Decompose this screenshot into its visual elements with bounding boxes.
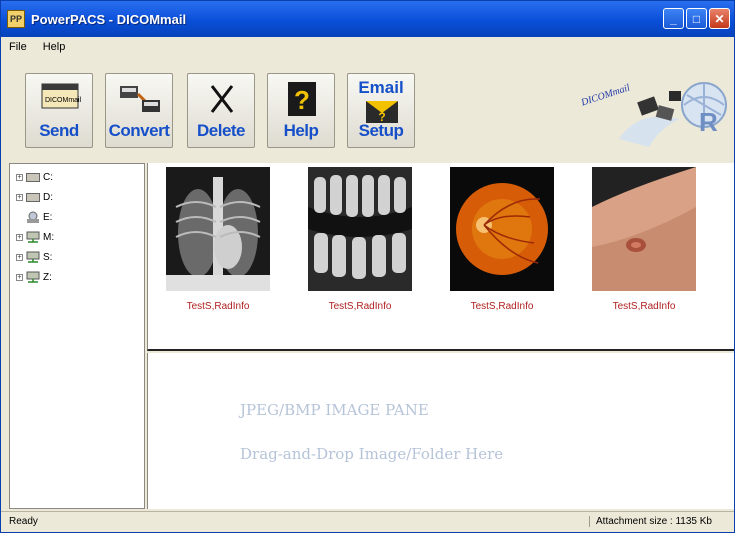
cd-drive-icon	[27, 211, 39, 223]
tree-item-d[interactable]: + D:	[16, 190, 53, 204]
status-bar: Ready Attachment size : 1135 Kb	[1, 511, 734, 532]
thumbnail-caption: TestS,RadInfo	[612, 301, 676, 312]
delete-label: Delete	[196, 121, 246, 140]
minimize-icon: _	[670, 11, 677, 26]
minimize-button[interactable]: _	[663, 8, 684, 29]
attachment-size: Attachment size : 1135 Kb	[589, 516, 712, 527]
close-button[interactable]: ✕	[709, 8, 730, 29]
image-pane-hint: Drag-and-Drop Image/Folder Here	[240, 445, 504, 463]
thumbnail-pane[interactable]: TestS,RadInfo TestS,RadInfo TestS,RadInf…	[147, 163, 734, 351]
drive-icon	[26, 172, 40, 182]
status-text: Ready	[9, 516, 38, 527]
tree-item-label: D:	[43, 191, 53, 203]
tree-item-label: E:	[43, 211, 53, 223]
maximize-button[interactable]: □	[686, 8, 707, 29]
thumbnail-caption: TestS,RadInfo	[470, 301, 534, 312]
tree-item-label: S:	[43, 251, 53, 263]
thumbnail-dental-xray[interactable]	[308, 167, 412, 291]
expand-icon[interactable]: +	[16, 193, 23, 201]
toolbar: DICOMmail Send Convert Delete ? Help Ema…	[1, 59, 734, 159]
expand-icon[interactable]: +	[16, 273, 23, 281]
image-drop-pane[interactable]: JPEG/BMP IMAGE PANE Drag-and-Drop Image/…	[147, 353, 734, 509]
email-setup-label-top: Email	[358, 78, 404, 97]
image-pane-title: JPEG/BMP IMAGE PANE	[240, 401, 429, 419]
dicommail-logo: R DICOMmail	[579, 82, 727, 147]
maximize-icon: □	[692, 11, 701, 26]
help-label: Help	[283, 121, 319, 140]
tree-item-label: C:	[43, 171, 53, 183]
email-setup-icon: ?	[366, 101, 398, 123]
expand-icon[interactable]: +	[16, 173, 23, 181]
svg-text:?: ?	[294, 85, 310, 115]
logo-text: DICOMmail	[579, 82, 632, 108]
app-window: PP PowerPACS - DICOMmail _ □ ✕ File Help…	[0, 0, 735, 533]
tree-item-m[interactable]: + M:	[16, 230, 54, 244]
window-title: PowerPACS - DICOMmail	[31, 11, 187, 27]
tree-item-label: M:	[43, 231, 55, 243]
app-icon[interactable]: PP	[7, 10, 25, 28]
convert-button[interactable]: Convert	[105, 73, 173, 148]
menu-bar: File Help	[1, 37, 734, 57]
convert-icon	[120, 86, 160, 112]
close-icon: ✕	[714, 11, 725, 26]
tree-item-z[interactable]: + Z:	[16, 270, 52, 284]
tree-item-s[interactable]: + S:	[16, 250, 52, 264]
tree-item-c[interactable]: + C:	[16, 170, 53, 184]
tree-item-e[interactable]: E:	[26, 210, 52, 224]
network-drive-icon	[26, 271, 40, 283]
expand-icon[interactable]: +	[16, 233, 23, 241]
delete-button[interactable]: Delete	[187, 73, 255, 148]
thumbnail-caption: TestS,RadInfo	[328, 301, 392, 312]
thumbnail-retina[interactable]	[450, 167, 554, 291]
help-icon: ?	[288, 82, 316, 116]
menu-file[interactable]: File	[1, 41, 35, 53]
help-button[interactable]: ? Help	[267, 73, 335, 148]
email-setup-button[interactable]: Email ? Setup	[347, 73, 415, 148]
delete-icon	[210, 85, 234, 113]
send-button[interactable]: DICOMmail Send	[25, 73, 93, 148]
svg-text:R: R	[699, 107, 718, 137]
menu-help[interactable]: Help	[35, 41, 74, 53]
network-drive-icon	[26, 251, 40, 263]
email-setup-label-bottom: Setup	[358, 121, 404, 140]
title-bar[interactable]: PP PowerPACS - DICOMmail _ □ ✕	[1, 1, 734, 37]
convert-label: Convert	[108, 121, 170, 140]
svg-text:DICOMmail: DICOMmail	[45, 97, 82, 104]
tree-item-label: Z:	[43, 271, 52, 283]
thumbnail-skin-lesion[interactable]	[592, 167, 696, 291]
send-label: Send	[39, 121, 79, 140]
send-icon: DICOMmail	[41, 83, 82, 109]
thumbnail-caption: TestS,RadInfo	[186, 301, 250, 312]
thumbnail-chest-xray[interactable]	[166, 167, 270, 291]
window-controls: _ □ ✕	[663, 8, 730, 29]
folder-tree[interactable]: + C: + D: E: + M: + S: + Z:	[9, 163, 145, 509]
network-drive-icon	[26, 231, 40, 243]
expand-icon[interactable]: +	[16, 253, 23, 261]
drive-icon	[26, 192, 40, 202]
